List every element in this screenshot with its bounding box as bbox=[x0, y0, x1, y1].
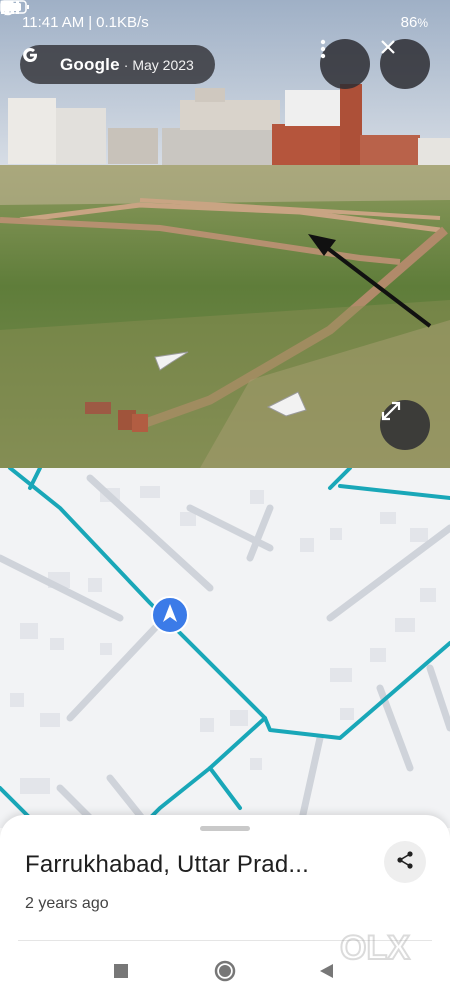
battery-level: 86% bbox=[400, 13, 428, 31]
street-view-photo[interactable]: 11:41 AM | 0.1KB/s 86% Google · May 2023 bbox=[0, 0, 450, 468]
drag-handle[interactable] bbox=[200, 826, 250, 831]
network-speed: 0.1KB/s bbox=[96, 13, 149, 31]
system-nav-bar bbox=[0, 948, 450, 1000]
map-canvas bbox=[0, 468, 450, 828]
map-view[interactable] bbox=[0, 468, 450, 828]
navigation-arrow-icon bbox=[151, 596, 189, 634]
close-button[interactable] bbox=[380, 39, 430, 89]
share-icon bbox=[395, 850, 415, 875]
imagery-source-chip[interactable]: Google · May 2023 bbox=[20, 45, 215, 84]
back-triangle-icon bbox=[318, 963, 334, 984]
status-time: 11:41 AM bbox=[22, 13, 85, 31]
capture-age: 2 years ago bbox=[25, 895, 109, 912]
status-bar: 11:41 AM | 0.1KB/s 86% bbox=[0, 0, 450, 44]
google-g-icon bbox=[23, 48, 51, 75]
home-button[interactable] bbox=[212, 960, 238, 986]
recents-button[interactable] bbox=[108, 960, 134, 986]
square-icon bbox=[113, 963, 129, 984]
circle-icon bbox=[213, 959, 237, 988]
back-button[interactable] bbox=[313, 960, 339, 986]
capture-date: · May 2023 bbox=[123, 56, 194, 73]
source-brand: Google bbox=[60, 54, 120, 74]
share-button[interactable] bbox=[384, 841, 426, 883]
more-options-button[interactable] bbox=[320, 39, 370, 89]
expand-button[interactable] bbox=[380, 400, 430, 450]
place-name: Farrukhabad, Uttar Prad... bbox=[25, 851, 309, 878]
